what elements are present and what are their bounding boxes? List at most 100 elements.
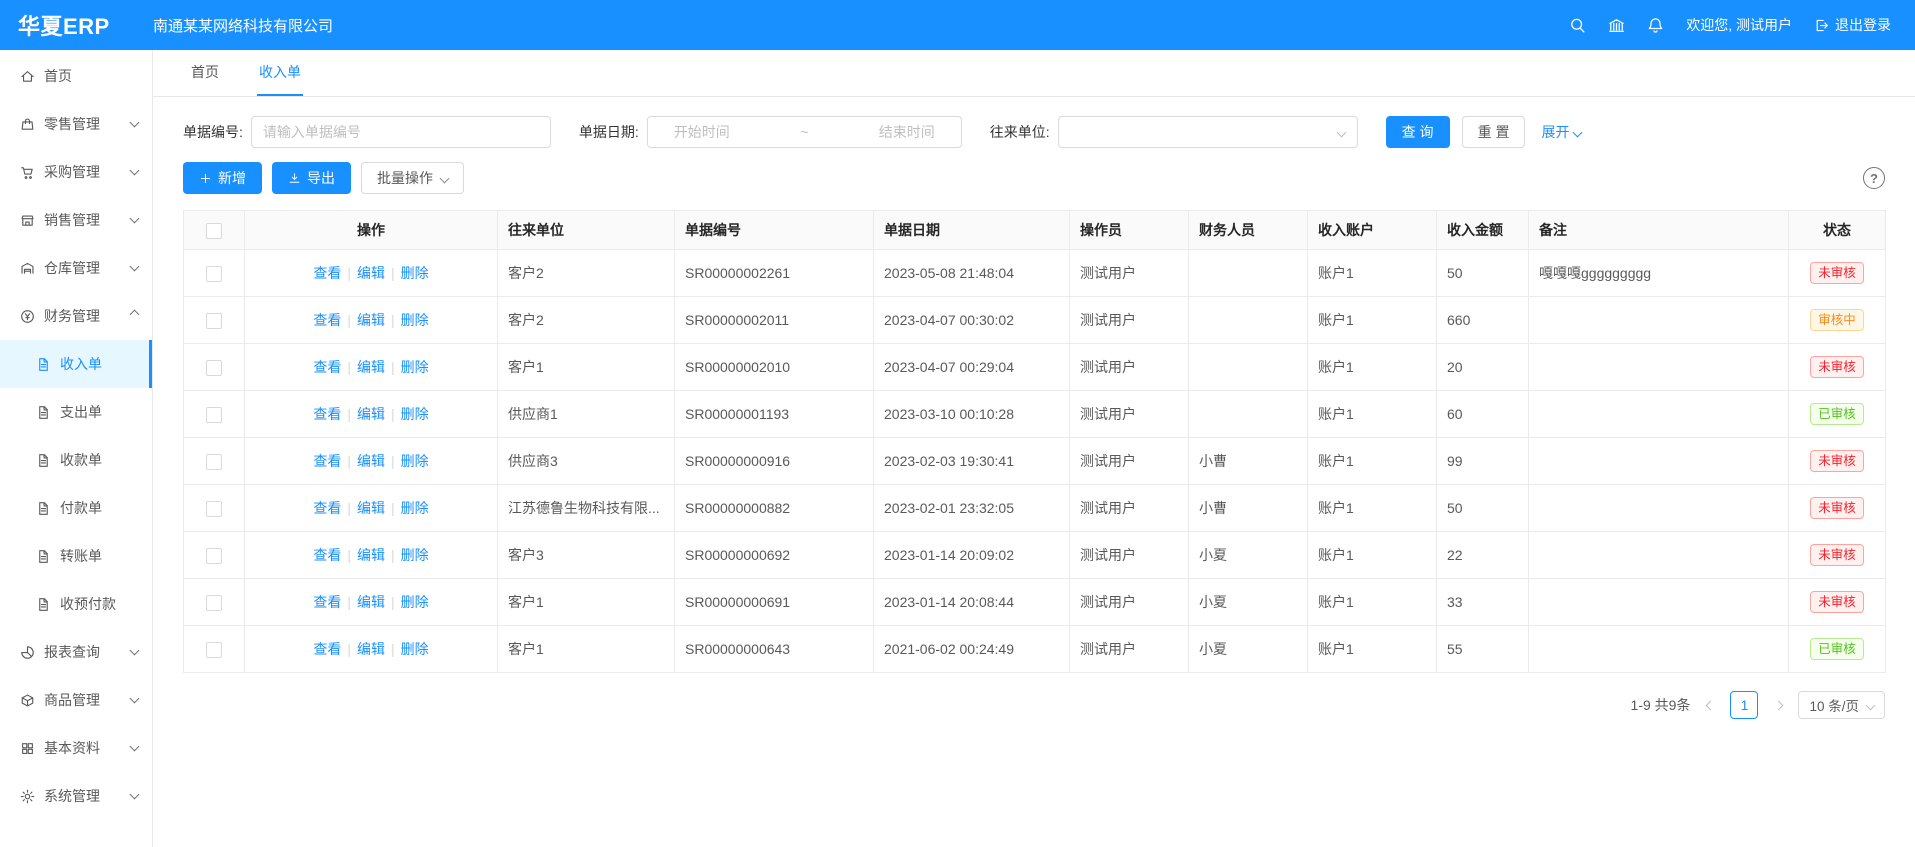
sidebar-subitem-label: 转账单 <box>60 546 102 566</box>
tab-0[interactable]: 首页 <box>189 50 221 96</box>
reset-button[interactable]: 重 置 <box>1462 116 1526 148</box>
tab-1[interactable]: 收入单 <box>257 50 303 96</box>
sidebar-item-4[interactable]: 仓库管理 <box>0 244 152 292</box>
edit-link[interactable]: 编辑 <box>357 453 385 469</box>
edit-link[interactable]: 编辑 <box>357 312 385 328</box>
date-separator: ~ <box>800 124 808 140</box>
expand-link[interactable]: 展开 <box>1541 122 1581 142</box>
bill-no-input[interactable] <box>251 116 551 148</box>
delete-link[interactable]: 删除 <box>401 406 429 422</box>
view-link[interactable]: 查看 <box>313 265 341 281</box>
pagination-page-button[interactable]: 1 <box>1730 691 1758 719</box>
status-badge: 已审核 <box>1810 403 1864 425</box>
chevron-down-icon <box>130 646 140 656</box>
topbar-right: 欢迎您, 测试用户 退出登录 <box>1569 15 1915 35</box>
sidebar-subitem-4[interactable]: 转账单 <box>0 532 152 580</box>
edit-link[interactable]: 编辑 <box>357 641 385 657</box>
delete-link[interactable]: 删除 <box>401 265 429 281</box>
delete-link[interactable]: 删除 <box>401 594 429 610</box>
view-link[interactable]: 查看 <box>313 312 341 328</box>
sidebar-item-2[interactable]: 采购管理 <box>0 148 152 196</box>
pagination-prev-button[interactable] <box>1698 693 1722 717</box>
help-icon[interactable]: ? <box>1863 167 1885 189</box>
row-checkbox[interactable] <box>206 642 222 658</box>
date-range-picker[interactable]: 开始时间 ~ 结束时间 <box>647 116 962 148</box>
chevron-down-icon <box>130 694 140 704</box>
doc-icon <box>36 405 51 420</box>
cell-operator: 测试用户 <box>1070 391 1189 438</box>
export-button[interactable]: 导出 <box>272 162 351 194</box>
search-icon[interactable] <box>1569 17 1586 34</box>
delete-link[interactable]: 删除 <box>401 547 429 563</box>
row-checkbox[interactable] <box>206 360 222 376</box>
delete-link[interactable]: 删除 <box>401 500 429 516</box>
row-checkbox[interactable] <box>206 407 222 423</box>
edit-link[interactable]: 编辑 <box>357 594 385 610</box>
unit-select[interactable] <box>1058 116 1358 148</box>
doc-icon <box>36 549 51 564</box>
sidebar-subitem-1[interactable]: 支出单 <box>0 388 152 436</box>
page-size-select[interactable]: 10 条/页 <box>1798 691 1885 719</box>
batch-operations-button[interactable]: 批量操作 <box>361 162 464 194</box>
row-checkbox[interactable] <box>206 595 222 611</box>
row-checkbox[interactable] <box>206 266 222 282</box>
sidebar-item-label: 报表查询 <box>44 642 100 662</box>
sidebar-subitem-0[interactable]: 收入单 <box>0 340 152 388</box>
chevron-up-icon <box>130 310 140 320</box>
view-link[interactable]: 查看 <box>313 594 341 610</box>
view-link[interactable]: 查看 <box>313 500 341 516</box>
sidebar-item-1[interactable]: 零售管理 <box>0 100 152 148</box>
edit-link[interactable]: 编辑 <box>357 406 385 422</box>
view-link[interactable]: 查看 <box>313 406 341 422</box>
view-link[interactable]: 查看 <box>313 359 341 375</box>
bill-no-label: 单据编号: <box>183 122 243 142</box>
row-checkbox[interactable] <box>206 454 222 470</box>
cell-unit: 客户1 <box>498 579 675 626</box>
sidebar-item-5[interactable]: 财务管理 <box>0 292 152 340</box>
sidebar-subitem-3[interactable]: 付款单 <box>0 484 152 532</box>
sidebar-item-9[interactable]: 系统管理 <box>0 772 152 820</box>
view-link[interactable]: 查看 <box>313 547 341 563</box>
bank-icon[interactable] <box>1608 17 1625 34</box>
cell-account: 账户1 <box>1308 391 1437 438</box>
row-checkbox[interactable] <box>206 313 222 329</box>
cell-operator: 测试用户 <box>1070 485 1189 532</box>
logout-button[interactable]: 退出登录 <box>1814 15 1891 35</box>
sidebar-subitem-5[interactable]: 收预付款 <box>0 580 152 628</box>
action-separator: | <box>347 641 351 657</box>
edit-link[interactable]: 编辑 <box>357 547 385 563</box>
row-checkbox[interactable] <box>206 501 222 517</box>
add-button[interactable]: 新增 <box>183 162 262 194</box>
delete-link[interactable]: 删除 <box>401 641 429 657</box>
pagination-next-button[interactable] <box>1766 693 1790 717</box>
sidebar-item-3[interactable]: 销售管理 <box>0 196 152 244</box>
bell-icon[interactable] <box>1647 17 1664 34</box>
delete-link[interactable]: 删除 <box>401 453 429 469</box>
logout-icon <box>1814 18 1829 33</box>
edit-link[interactable]: 编辑 <box>357 500 385 516</box>
search-button[interactable]: 查 询 <box>1386 116 1450 148</box>
edit-link[interactable]: 编辑 <box>357 265 385 281</box>
cell-amount: 20 <box>1437 344 1529 391</box>
status-badge: 未审核 <box>1810 497 1864 519</box>
edit-link[interactable]: 编辑 <box>357 359 385 375</box>
sidebar-item-0[interactable]: 首页 <box>0 52 152 100</box>
delete-link[interactable]: 删除 <box>401 359 429 375</box>
select-all-checkbox[interactable] <box>206 223 222 239</box>
action-separator: | <box>347 265 351 281</box>
sidebar-item-6[interactable]: 报表查询 <box>0 628 152 676</box>
welcome-text: 欢迎您, 测试用户 <box>1686 15 1792 35</box>
plus-icon <box>199 172 212 185</box>
delete-link[interactable]: 删除 <box>401 312 429 328</box>
sidebar-item-label: 基本资料 <box>44 738 100 758</box>
action-separator: | <box>347 359 351 375</box>
doc-icon <box>36 357 51 372</box>
sidebar-item-8[interactable]: 基本资料 <box>0 724 152 772</box>
view-link[interactable]: 查看 <box>313 641 341 657</box>
home-icon <box>20 69 35 84</box>
cell-finance-staff: 小夏 <box>1189 532 1308 579</box>
view-link[interactable]: 查看 <box>313 453 341 469</box>
sidebar-subitem-2[interactable]: 收款单 <box>0 436 152 484</box>
sidebar-item-7[interactable]: 商品管理 <box>0 676 152 724</box>
row-checkbox[interactable] <box>206 548 222 564</box>
